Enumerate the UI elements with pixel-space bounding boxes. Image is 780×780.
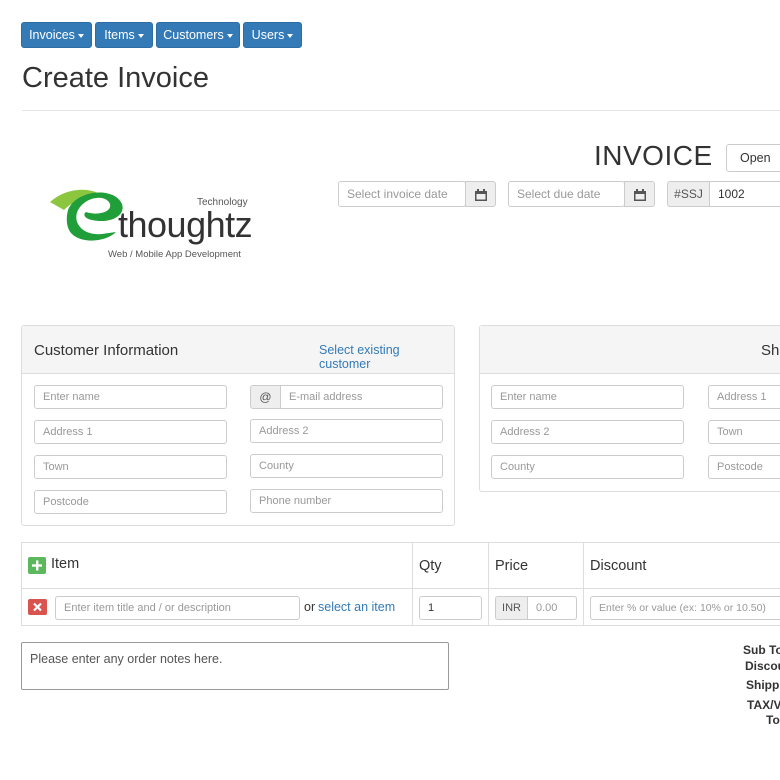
shipping-postcode-input[interactable]: Postcode bbox=[708, 455, 780, 479]
select-existing-customer-link[interactable]: Select existing customer bbox=[319, 343, 454, 371]
shipping-panel-title: Shi bbox=[761, 342, 780, 359]
customers-menu-label: Customers bbox=[163, 28, 224, 42]
calendar-icon bbox=[474, 189, 487, 201]
email-addon: @ bbox=[250, 385, 281, 409]
invoices-menu-button[interactable]: Invoices bbox=[21, 22, 92, 48]
caret-down-icon bbox=[226, 33, 233, 38]
customer-address2-input[interactable]: Address 2 bbox=[250, 419, 443, 443]
discount-total-label: Discou bbox=[745, 659, 780, 673]
column-divider bbox=[583, 542, 584, 626]
shipping-county-input[interactable]: County bbox=[491, 455, 684, 479]
grand-total-label: To bbox=[766, 713, 780, 727]
caret-down-icon bbox=[137, 33, 144, 38]
column-divider bbox=[412, 542, 413, 626]
invoice-heading: INVOICE bbox=[594, 140, 713, 171]
item-description-input[interactable]: Enter item title and / or description bbox=[55, 596, 300, 620]
remove-item-button[interactable] bbox=[28, 599, 47, 615]
customer-county-input[interactable]: County bbox=[250, 454, 443, 478]
customers-menu-button[interactable]: Customers bbox=[156, 22, 240, 48]
close-icon bbox=[33, 602, 42, 612]
items-menu-button[interactable]: Items bbox=[95, 22, 153, 48]
or-text: or bbox=[304, 600, 316, 614]
invoices-menu-label: Invoices bbox=[29, 28, 75, 42]
order-notes-textarea[interactable]: Please enter any order notes here. bbox=[21, 642, 449, 690]
tax-total-label: TAX/V bbox=[747, 698, 780, 712]
column-divider bbox=[488, 542, 489, 626]
discount-column-header: Discount bbox=[590, 558, 647, 574]
company-logo: Technology thoughtz Web / Mobile App Dev… bbox=[46, 180, 261, 265]
price-column-header: Price bbox=[495, 558, 529, 574]
currency-addon: INR bbox=[495, 596, 528, 620]
subtotal-label: Sub To bbox=[743, 643, 780, 657]
customer-town-input[interactable]: Town bbox=[34, 455, 227, 479]
customer-panel-title: Customer Information bbox=[34, 342, 179, 359]
customer-phone-input[interactable]: Phone number bbox=[250, 489, 443, 513]
shipping-town-input[interactable]: Town bbox=[708, 420, 780, 444]
add-item-button[interactable] bbox=[28, 557, 46, 574]
logo-tagline-bottom: Web / Mobile App Development bbox=[108, 249, 241, 260]
shipping-panel-heading: Shi bbox=[480, 326, 780, 374]
invoice-prefix: #SSJ bbox=[667, 181, 710, 207]
shipping-address1-input[interactable]: Address 1 bbox=[708, 385, 780, 409]
items-menu-label: Items bbox=[104, 28, 135, 42]
invoice-date-calendar-button[interactable] bbox=[465, 181, 496, 207]
logo-wordmark: thoughtz bbox=[118, 204, 253, 245]
price-input[interactable]: 0.00 bbox=[527, 596, 577, 620]
customer-address1-input[interactable]: Address 1 bbox=[34, 420, 227, 444]
calendar-icon bbox=[633, 189, 646, 201]
users-menu-label: Users bbox=[251, 28, 285, 42]
qty-column-header: Qty bbox=[419, 558, 442, 574]
item-column-header: Item bbox=[51, 556, 80, 572]
discount-input[interactable]: Enter % or value (ex: 10% or 10.50) bbox=[590, 596, 780, 620]
qty-input[interactable]: 1 bbox=[419, 596, 482, 620]
customer-email-input[interactable]: E-mail address bbox=[280, 385, 443, 409]
plus-icon bbox=[32, 560, 42, 571]
page-title: Create Invoice bbox=[22, 62, 209, 94]
status-select[interactable]: Open bbox=[726, 144, 780, 172]
shipping-total-label: Shippi bbox=[746, 678, 780, 692]
caret-down-icon bbox=[77, 33, 84, 38]
invoice-date-input[interactable]: Select invoice date bbox=[338, 181, 466, 207]
due-date-input[interactable]: Select due date bbox=[508, 181, 625, 207]
shipping-address2-input[interactable]: Address 2 bbox=[491, 420, 684, 444]
due-date-calendar-button[interactable] bbox=[624, 181, 655, 207]
invoice-number-input[interactable]: 1002 bbox=[709, 181, 780, 207]
title-divider bbox=[22, 110, 780, 111]
users-menu-button[interactable]: Users bbox=[243, 22, 302, 48]
select-item-link[interactable]: select an item bbox=[318, 600, 395, 614]
items-table-header-divider bbox=[21, 588, 780, 589]
shipping-name-input[interactable]: Enter name bbox=[491, 385, 684, 409]
customer-postcode-input[interactable]: Postcode bbox=[34, 490, 227, 514]
customer-name-input[interactable]: Enter name bbox=[34, 385, 227, 409]
caret-down-icon bbox=[287, 33, 294, 38]
customer-panel-heading: Customer Information Select existing cus… bbox=[22, 326, 454, 374]
